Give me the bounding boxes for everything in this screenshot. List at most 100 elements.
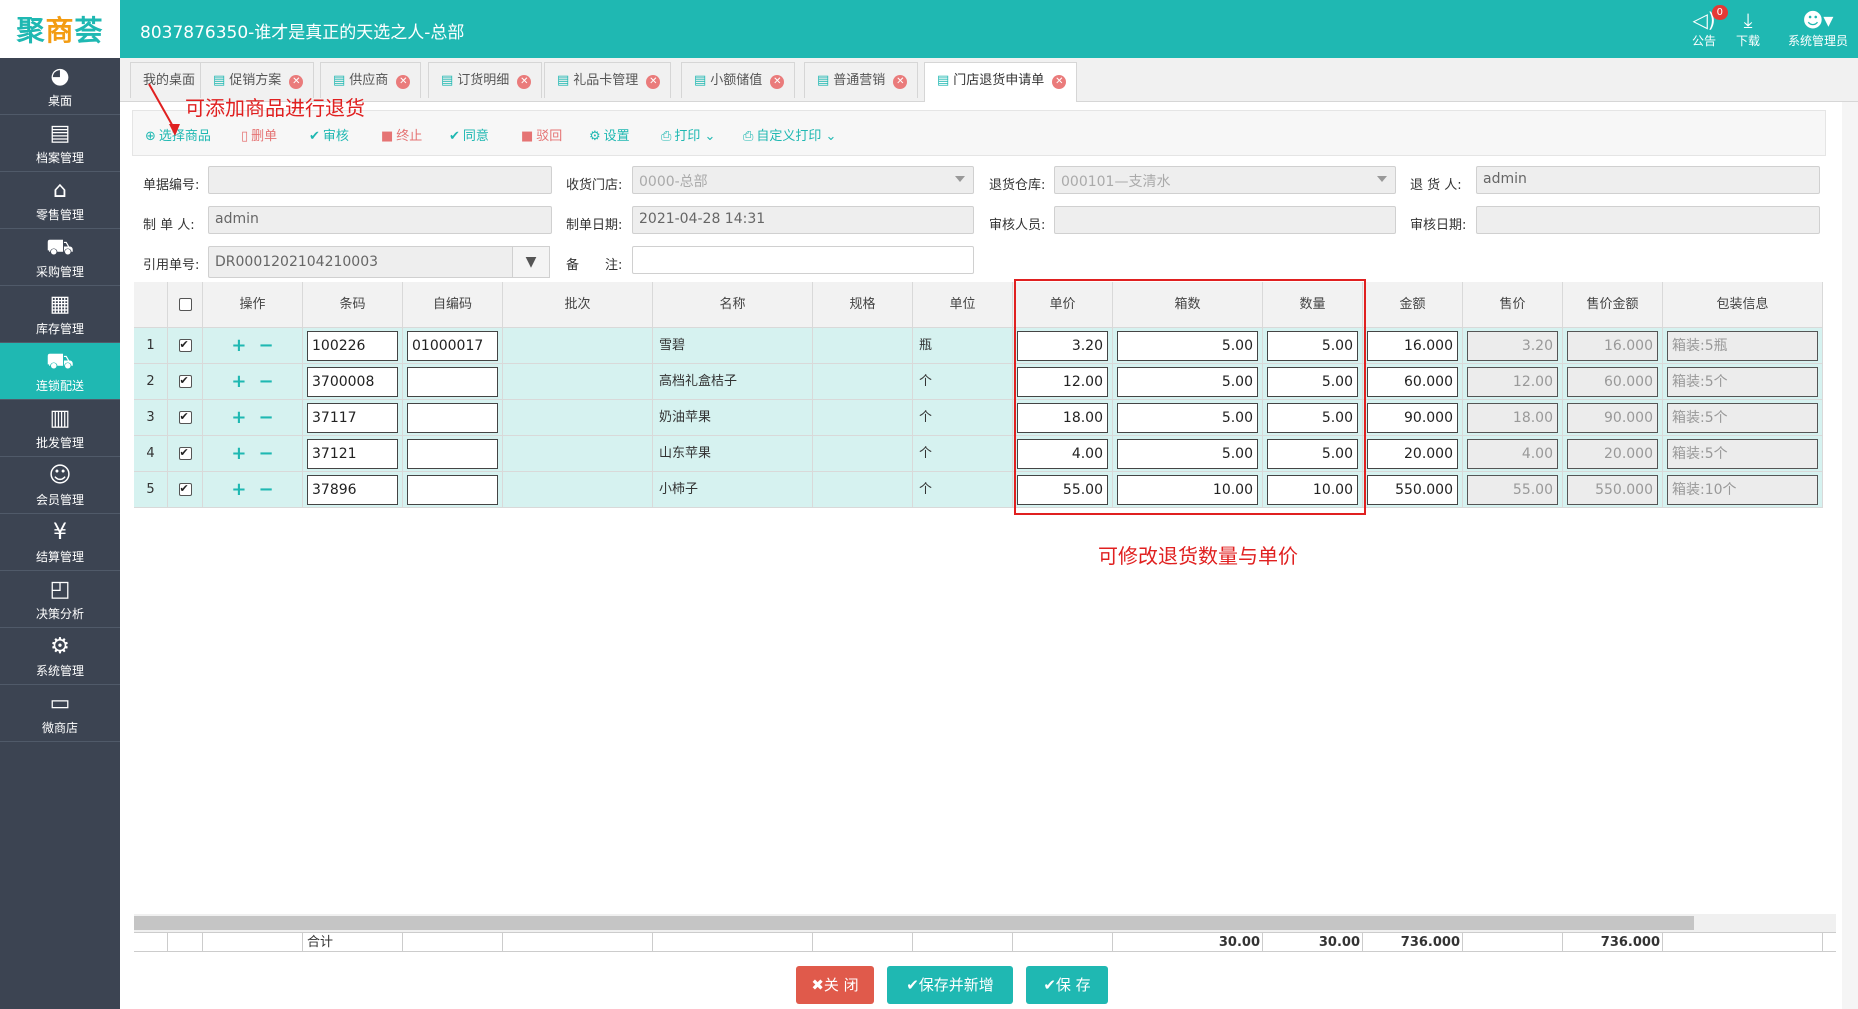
price-input[interactable]: 55.00 <box>1017 475 1108 505</box>
filter-button[interactable]: ▼ <box>512 246 550 278</box>
amount-input[interactable]: 60.000 <box>1367 367 1458 397</box>
returner-field[interactable]: admin <box>1476 166 1820 194</box>
user-menu[interactable]: ☻▾ 系统管理员 <box>1782 8 1854 52</box>
sidebar-item[interactable]: ▤ 档案管理 <box>0 115 120 172</box>
add-row-icon[interactable]: + <box>231 335 246 356</box>
selfcode-input[interactable] <box>407 367 498 397</box>
tab[interactable]: ▤ 订货明细 ✕ <box>428 62 543 98</box>
qty-input[interactable]: 5.00 <box>1267 331 1358 361</box>
remove-row-icon[interactable]: − <box>259 479 274 500</box>
sidebar-item[interactable]: ☺ 会员管理 <box>0 457 120 514</box>
barcode-input[interactable]: 3700008 <box>307 367 398 397</box>
return-warehouse-select[interactable]: 000101—支清水 <box>1054 166 1396 194</box>
boxes-input[interactable]: 5.00 <box>1117 367 1258 397</box>
barcode-input[interactable]: 37121 <box>307 439 398 469</box>
tab[interactable]: ▤ 小额储值 ✕ <box>681 62 796 98</box>
close-tab-icon[interactable]: ✕ <box>646 75 661 89</box>
qty-input[interactable]: 5.00 <box>1267 367 1358 397</box>
close-tab-icon[interactable]: ✕ <box>1052 75 1067 89</box>
amount-input[interactable]: 550.000 <box>1367 475 1458 505</box>
row-checkbox[interactable] <box>168 436 203 472</box>
barcode-input[interactable]: 100226 <box>307 331 398 361</box>
sidebar-item[interactable]: ⛟ 采购管理 <box>0 229 120 286</box>
add-row-icon[interactable]: + <box>231 479 246 500</box>
row-checkbox[interactable] <box>168 472 203 508</box>
selfcode-input[interactable] <box>407 403 498 433</box>
row-checkbox[interactable] <box>168 400 203 436</box>
barcode-input[interactable]: 37117 <box>307 403 398 433</box>
select-all-checkbox[interactable] <box>168 282 203 328</box>
scroll-thumb[interactable] <box>134 916 1694 930</box>
custom-print-button[interactable]: ⎙ 自定义打印 ⌄ <box>743 125 836 144</box>
add-row-icon[interactable]: + <box>231 371 246 392</box>
close-tab-icon[interactable]: ✕ <box>396 75 411 89</box>
sidebar-item[interactable]: ▭ 微商店 <box>0 685 120 742</box>
sidebar-item[interactable]: ⚙ 系统管理 <box>0 628 120 685</box>
auditor-field[interactable] <box>1054 206 1396 234</box>
sidebar-item[interactable]: ◰ 决策分析 <box>0 571 120 628</box>
tab[interactable]: ▤ 门店退货申请单 ✕ <box>924 62 1078 102</box>
remove-row-icon[interactable]: − <box>259 443 274 464</box>
qty-input[interactable]: 5.00 <box>1267 403 1358 433</box>
qty-input[interactable]: 10.00 <box>1267 475 1358 505</box>
remove-row-icon[interactable]: − <box>259 335 274 356</box>
print-button[interactable]: ⎙ 打印 ⌄ <box>661 125 715 144</box>
maker-field[interactable]: admin <box>208 206 552 234</box>
price-input[interactable]: 18.00 <box>1017 403 1108 433</box>
sidebar-item[interactable]: ¥ 结算管理 <box>0 514 120 571</box>
amount-input[interactable]: 20.000 <box>1367 439 1458 469</box>
sale-price-input: 4.00 <box>1467 439 1558 469</box>
barcode-input[interactable]: 37896 <box>307 475 398 505</box>
horizontal-scrollbar[interactable] <box>134 914 1836 932</box>
tab[interactable]: ▤ 普通营销 ✕ <box>804 62 919 98</box>
agree-button[interactable]: ✔ 同意 <box>449 125 489 144</box>
selfcode-input[interactable]: 01000017 <box>407 331 498 361</box>
tab[interactable]: ▤ 礼品卡管理 ✕ <box>544 62 672 98</box>
doc-no-field[interactable] <box>208 166 552 194</box>
add-row-icon[interactable]: + <box>231 443 246 464</box>
make-date-field[interactable]: 2021-04-28 14:31 <box>632 206 974 234</box>
remove-row-icon[interactable]: − <box>259 371 274 392</box>
sidebar-item[interactable]: ▥ 批发管理 <box>0 400 120 457</box>
boxes-input[interactable]: 5.00 <box>1117 403 1258 433</box>
selfcode-input[interactable] <box>407 439 498 469</box>
boxes-input[interactable]: 5.00 <box>1117 331 1258 361</box>
close-tab-icon[interactable]: ✕ <box>289 75 304 89</box>
save-button[interactable]: ✔保 存 <box>1026 966 1108 1004</box>
sidebar-item[interactable]: ⛟ 连锁配送 <box>0 343 120 400</box>
save-and-new-button[interactable]: ✔保存并新增 <box>887 966 1013 1004</box>
recv-store-select[interactable]: 0000-总部 <box>632 166 974 194</box>
sidebar-item[interactable]: ▦ 库存管理 <box>0 286 120 343</box>
reject-button[interactable]: ■ 驳回 <box>521 125 562 144</box>
amount-input[interactable]: 90.000 <box>1367 403 1458 433</box>
price-input[interactable]: 4.00 <box>1017 439 1108 469</box>
close-tab-icon[interactable]: ✕ <box>893 75 908 89</box>
download-button[interactable]: ⤓ 下载 <box>1720 8 1776 52</box>
sidebar-item[interactable]: ◕ 桌面 <box>0 58 120 115</box>
remark-field[interactable] <box>632 246 974 274</box>
terminate-button[interactable]: ■ 终止 <box>381 125 422 144</box>
price-input[interactable]: 3.20 <box>1017 331 1108 361</box>
close-tab-icon[interactable]: ✕ <box>517 75 532 89</box>
price-input[interactable]: 12.00 <box>1017 367 1108 397</box>
add-row-icon[interactable]: + <box>231 407 246 428</box>
row-checkbox[interactable] <box>168 364 203 400</box>
amount-input[interactable]: 16.000 <box>1367 331 1458 361</box>
settings-button[interactable]: ⚙ 设置 <box>589 125 630 144</box>
row-checkbox[interactable] <box>168 328 203 364</box>
cell-barcode: 37121 <box>303 436 403 472</box>
vertical-scrollbar[interactable] <box>1842 102 1858 1009</box>
delete-button[interactable]: ▯ 删单 <box>241 125 277 144</box>
qty-input[interactable]: 5.00 <box>1267 439 1358 469</box>
ref-no-field[interactable]: DR0001202104210003 <box>208 246 514 278</box>
sidebar-item[interactable]: ⌂ 零售管理 <box>0 172 120 229</box>
audit-date-field[interactable] <box>1476 206 1820 234</box>
sale-amount-input: 20.000 <box>1567 439 1658 469</box>
audit-button[interactable]: ✔ 审核 <box>309 125 349 144</box>
selfcode-input[interactable] <box>407 475 498 505</box>
close-tab-icon[interactable]: ✕ <box>770 75 785 89</box>
boxes-input[interactable]: 5.00 <box>1117 439 1258 469</box>
remove-row-icon[interactable]: − <box>259 407 274 428</box>
boxes-input[interactable]: 10.00 <box>1117 475 1258 505</box>
close-button[interactable]: ✖关 闭 <box>796 966 874 1004</box>
